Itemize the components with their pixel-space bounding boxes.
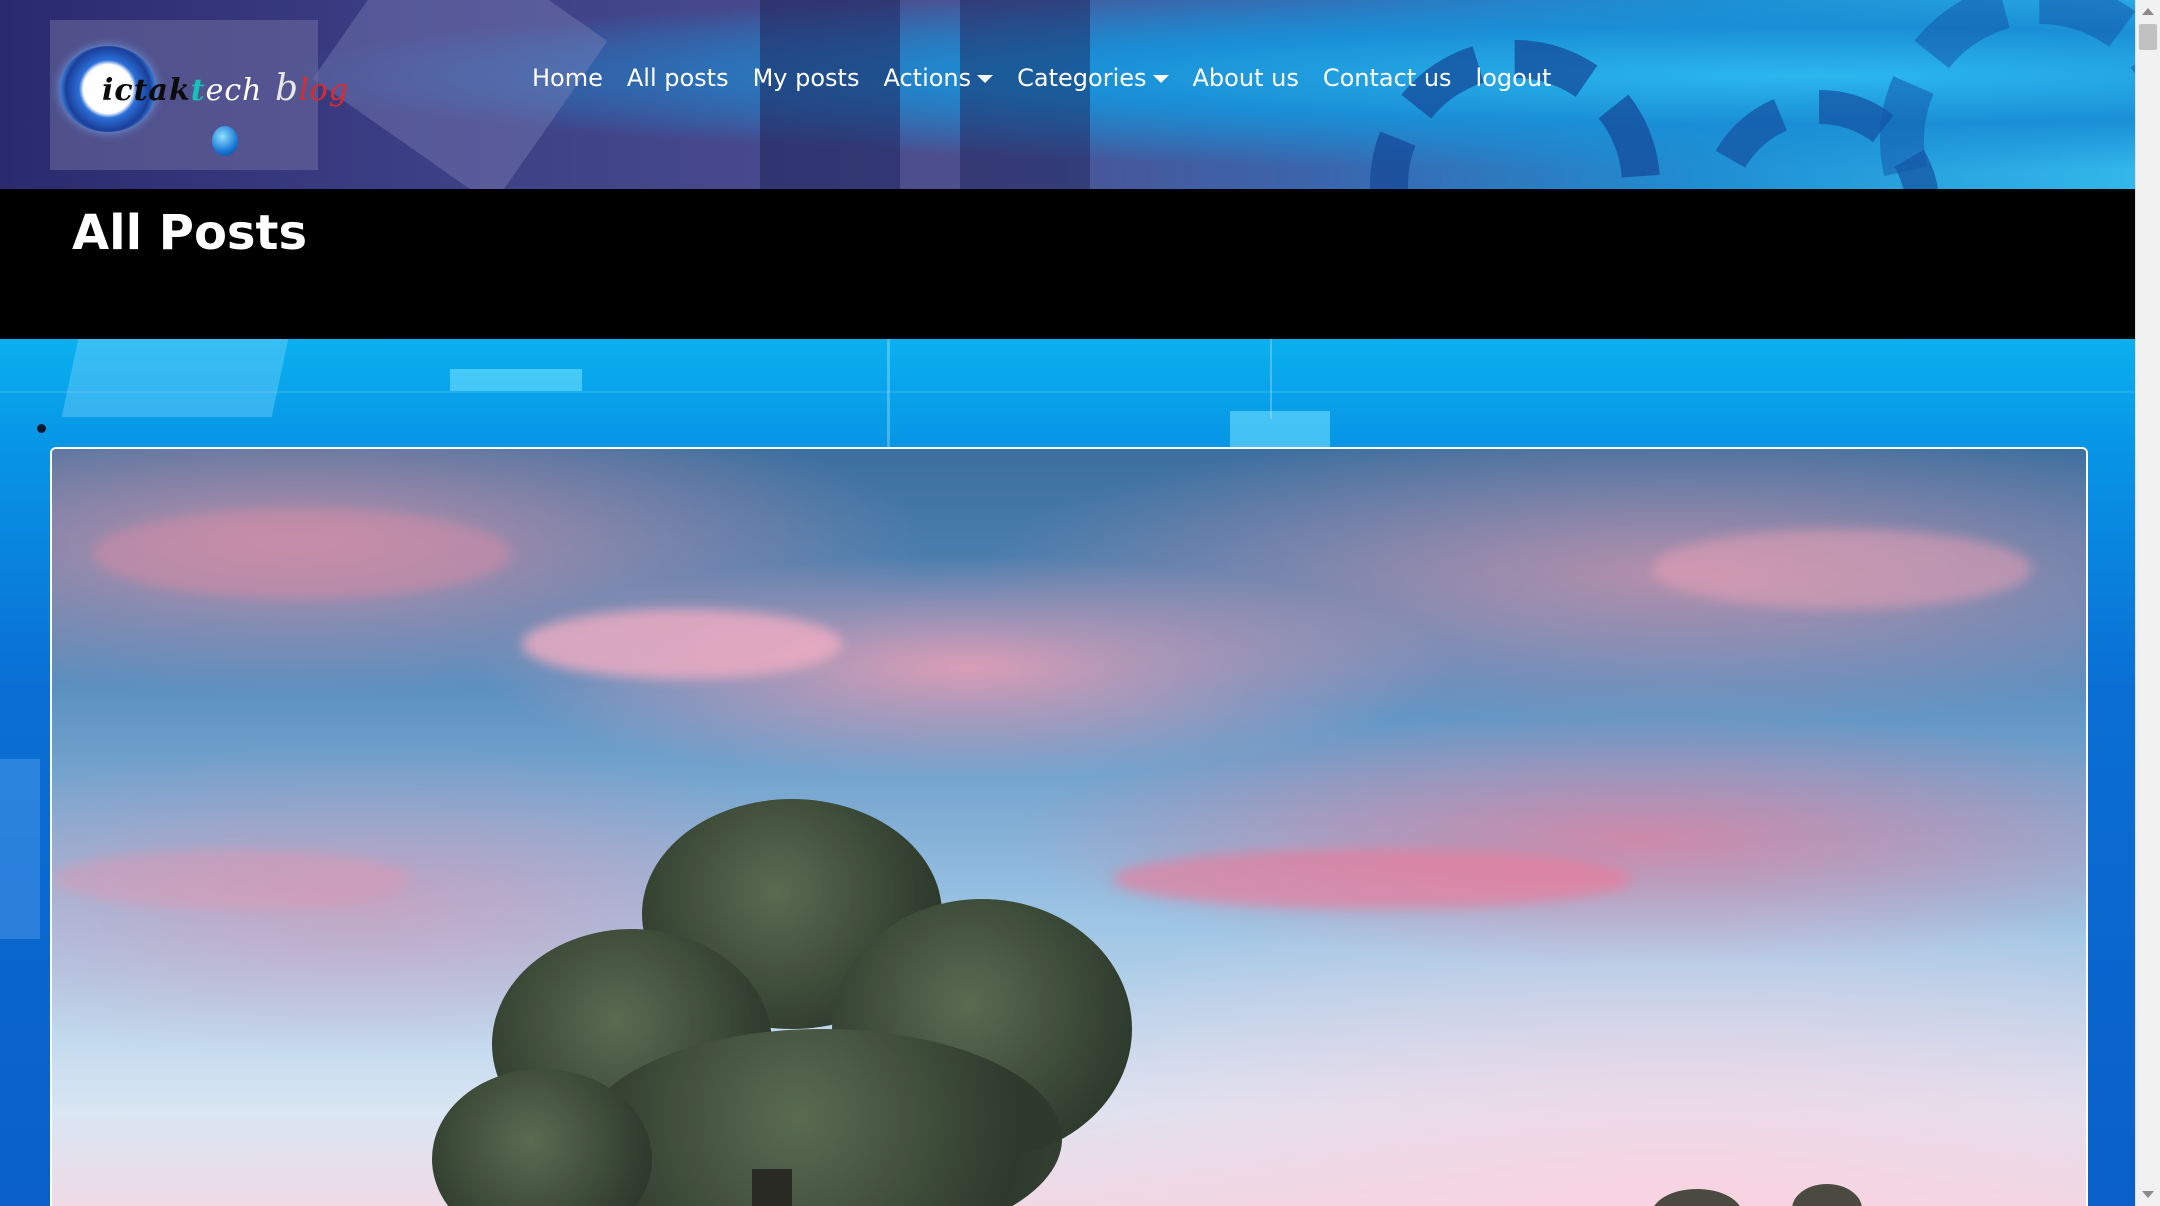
nav-item-contact-us[interactable]: Contact us <box>1311 64 1464 92</box>
nav-item-my-posts[interactable]: My posts <box>741 64 872 92</box>
logo-text-part: i <box>102 73 115 108</box>
nav-item-home[interactable]: Home <box>520 64 615 92</box>
bg-tech-shape <box>61 339 289 417</box>
header-bg-shape <box>312 0 608 189</box>
nav-item-about-us[interactable]: About us <box>1181 64 1311 92</box>
bg-tech-line <box>1270 339 1272 419</box>
site-logo[interactable]: ictaktech blog <box>50 20 348 170</box>
cloud-shape <box>92 509 512 599</box>
scroll-thumb[interactable] <box>2139 24 2157 50</box>
cloud-shape <box>1652 529 2032 609</box>
main-content <box>0 339 2136 1206</box>
cloud-shape <box>522 609 842 679</box>
header-bg-shape <box>960 0 1090 189</box>
nav-item-label: Contact us <box>1322 64 1452 92</box>
gear-icon <box>1370 40 1660 189</box>
bg-tech-line <box>887 339 890 447</box>
cloud-shape <box>1112 849 1632 909</box>
post-card[interactable] <box>50 447 2088 1206</box>
logo-drop-icon <box>212 126 238 156</box>
scroll-up-arrow-icon[interactable] <box>2142 8 2154 15</box>
nav-item-label: logout <box>1475 64 1552 92</box>
nav-item-label: My posts <box>752 64 860 92</box>
nav-item-label: Actions <box>883 64 972 92</box>
title-band: All Posts <box>0 189 2136 339</box>
bullet-icon <box>37 424 46 433</box>
logo-text-part: ech <box>205 73 263 108</box>
nav-item-label: All posts <box>626 64 729 92</box>
tree-trunk-shape <box>752 1169 792 1206</box>
scroll-down-arrow-icon[interactable] <box>2142 1191 2154 1198</box>
caret-down-icon <box>1152 75 1169 83</box>
nav-item-label: Categories <box>1017 64 1147 92</box>
logo-text-part: log <box>299 73 349 108</box>
logo-text-part: b <box>262 68 300 109</box>
nav-item-categories-dropdown[interactable]: Categories <box>1005 64 1180 92</box>
page-title: All Posts <box>72 205 308 261</box>
bg-tech-line <box>0 391 2136 393</box>
logo-text-part: t <box>190 73 206 108</box>
cloud-shape <box>52 849 412 909</box>
logo-text: ictaktech blog <box>102 68 349 109</box>
page: ictaktech blog Home All posts My posts A… <box>0 0 2160 1206</box>
header-bg-shape <box>760 0 900 189</box>
bg-tech-shape <box>450 369 582 391</box>
nav-item-actions-dropdown[interactable]: Actions <box>871 64 1005 92</box>
nav-item-label: Home <box>532 64 603 92</box>
gear-icon <box>1880 0 2136 189</box>
logo-text-part: ctak <box>114 73 191 108</box>
caret-down-icon <box>977 75 994 83</box>
vertical-scrollbar[interactable] <box>2135 0 2160 1206</box>
bg-tech-shape <box>1230 411 1330 447</box>
site-header: ictaktech blog Home All posts My posts A… <box>0 0 2136 189</box>
nav-item-label: About us <box>1192 64 1299 92</box>
nav-item-logout[interactable]: logout <box>1464 64 1564 92</box>
nav-item-all-posts[interactable]: All posts <box>615 64 741 92</box>
bg-tech-shape <box>0 759 40 939</box>
main-nav: Home All posts My posts Actions Categori… <box>520 64 1563 92</box>
